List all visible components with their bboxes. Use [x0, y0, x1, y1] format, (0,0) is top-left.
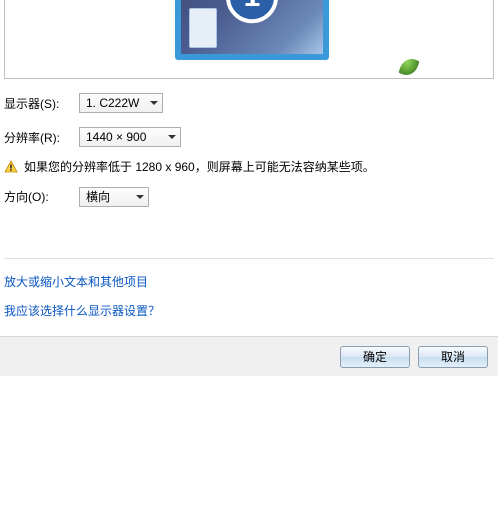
resolution-label: 分辨率(R): — [4, 129, 79, 146]
chevron-down-icon — [168, 135, 176, 139]
display-row: 显示器(S): 1. C222W — [4, 92, 494, 114]
display-label: 显示器(S): — [4, 95, 79, 112]
warning-icon — [4, 160, 18, 174]
ok-button[interactable]: 确定 — [340, 346, 410, 368]
resolution-row: 分辨率(R): 1440 × 900 — [4, 126, 494, 148]
monitor-number-badge: 1 — [226, 0, 278, 23]
orientation-value: 横向 — [86, 188, 128, 205]
cancel-button[interactable]: 取消 — [418, 346, 488, 368]
display-settings-form: 显示器(S): 1. C222W 分辨率(R): 1440 × 900 如果您的… — [4, 92, 494, 220]
resolution-warning: 如果您的分辨率低于 1280 x 960，则屏幕上可能无法容纳某些项。 — [4, 160, 494, 176]
help-links: 放大或缩小文本和其他项目 我应该选择什么显示器设置？ — [4, 258, 494, 331]
which-display-link[interactable]: 我应该选择什么显示器设置？ — [4, 302, 160, 319]
orientation-label: 方向(O): — [4, 188, 79, 205]
display-dropdown[interactable]: 1. C222W — [79, 93, 163, 113]
warning-text: 如果您的分辨率低于 1280 x 960，则屏幕上可能无法容纳某些项。 — [24, 160, 375, 176]
resolution-value: 1440 × 900 — [86, 130, 160, 144]
resize-text-link[interactable]: 放大或缩小文本和其他项目 — [4, 273, 148, 290]
resolution-dropdown[interactable]: 1440 × 900 — [79, 127, 181, 147]
chevron-down-icon — [150, 101, 158, 105]
monitor-preview-panel: 1 — [4, 0, 494, 79]
chevron-down-icon — [136, 195, 144, 199]
display-value: 1. C222W — [86, 96, 142, 110]
leaf-decoration — [398, 56, 419, 78]
orientation-row: 方向(O): 横向 — [4, 186, 494, 208]
monitor-thumbnail[interactable]: 1 — [175, 0, 329, 60]
dialog-button-bar: 确定 取消 — [0, 336, 498, 376]
orientation-dropdown[interactable]: 横向 — [79, 187, 149, 207]
